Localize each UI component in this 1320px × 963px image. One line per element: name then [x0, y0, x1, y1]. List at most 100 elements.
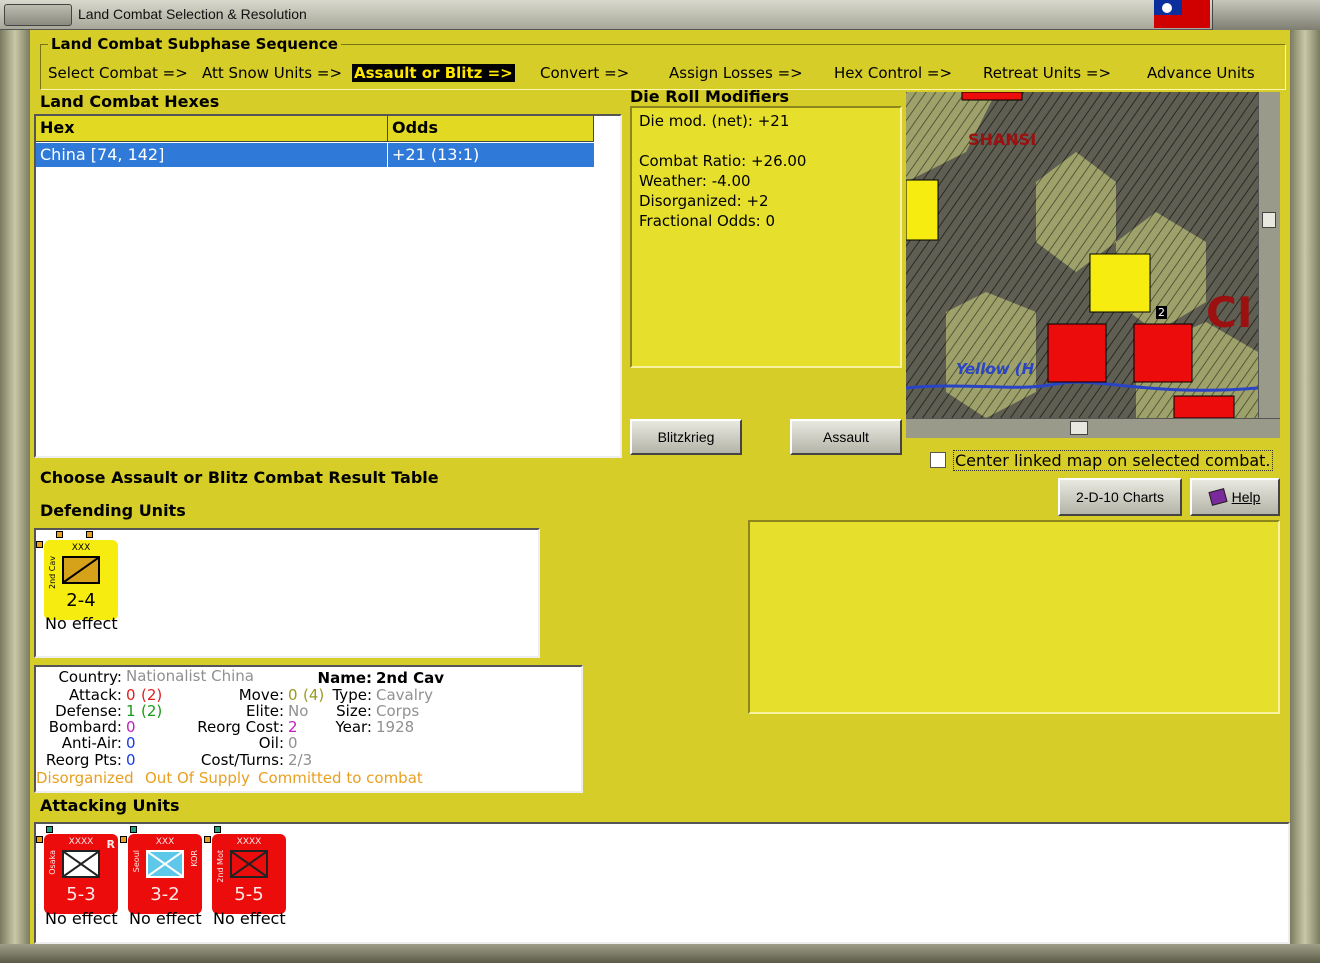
info-reorgpts-key: Reorg Pts:: [45, 751, 122, 769]
info-country-key: Country:: [58, 668, 122, 686]
drm-weather: Weather: -4.00: [639, 172, 751, 190]
unit-status-dot: [46, 826, 53, 833]
map-hex-stack-count: 2: [1156, 306, 1167, 319]
unit-status-dot: [130, 826, 137, 833]
map-horizontal-scrollbar[interactable]: [906, 418, 1280, 438]
help-button[interactable]: Help: [1190, 478, 1280, 516]
seq-step-convert: Convert =>: [540, 64, 630, 82]
unit-mark: R: [106, 838, 115, 851]
seq-step-hex-control: Hex Control =>: [834, 64, 953, 82]
map-hscroll-thumb[interactable]: [1070, 421, 1088, 435]
seq-step-advance-units: Advance Units: [1147, 64, 1255, 82]
unit-strength: 5-3: [66, 884, 96, 905]
unit-mark: KOR: [190, 850, 199, 867]
info-status-disorganized: Disorganized: [36, 769, 134, 787]
drm-disorganized: Disorganized: +2: [639, 192, 769, 210]
book-icon: [1208, 488, 1228, 506]
unit-name: Seoul: [132, 850, 141, 873]
window-menu-icon[interactable]: [4, 4, 72, 26]
info-oil-key: Oil:: [258, 734, 284, 752]
blitzkrieg-button[interactable]: Blitzkrieg: [630, 419, 742, 455]
help-label: Help: [1231, 489, 1261, 505]
unit-strength: 2-4: [66, 590, 96, 611]
unit-size: XXXX: [236, 837, 262, 847]
info-costturns-key: Cost/Turns:: [200, 751, 284, 769]
window-frame-bottom: [0, 944, 1320, 963]
unit-status-dot: [36, 836, 43, 843]
window-frame-left: [0, 30, 30, 963]
attacking-unit-counter[interactable]: 2nd Mot XXXX 5-5: [212, 834, 286, 914]
flag-sun-icon: [1162, 3, 1172, 13]
unit-size: XXX: [155, 837, 175, 847]
seq-step-att-snow-units: Att Snow Units =>: [202, 64, 343, 82]
unit-status-dot: [56, 531, 63, 538]
die-roll-modifiers-title: Die Roll Modifiers: [630, 87, 790, 106]
die-roll-modifiers-box: [630, 106, 902, 368]
defending-unit-result: No effect: [45, 614, 118, 633]
seq-step-assign-losses: Assign Losses =>: [669, 64, 803, 82]
window-title: Land Combat Selection & Resolution: [78, 6, 307, 22]
attacking-unit-counter[interactable]: Seoul XXX KOR 3-2: [128, 834, 202, 914]
defending-units-title: Defending Units: [40, 501, 186, 520]
motorized-infantry-symbol-icon: [146, 850, 184, 878]
attacking-unit-result: No effect: [213, 909, 286, 928]
drm-combat-ratio: Combat Ratio: +26.00: [639, 152, 807, 170]
seq-step-retreat-units: Retreat Units =>: [983, 64, 1112, 82]
unit-name: Osaka: [48, 850, 57, 875]
motorized-infantry-symbol-icon: [230, 850, 268, 878]
defending-unit-counter[interactable]: 2nd Cav XXX 2-4: [44, 540, 118, 620]
unit-size: XXX: [71, 543, 91, 553]
unit-name: 2nd Mot: [216, 850, 225, 883]
info-year-value: 1928: [376, 718, 415, 736]
seq-step-select-combat: Select Combat =>: [48, 64, 188, 82]
info-antiair-value: 0: [126, 734, 136, 752]
info-name-key: Name:: [317, 669, 372, 687]
info-year-key: Year:: [335, 718, 372, 736]
choose-crt-label: Choose Assault or Blitz Combat Result Ta…: [40, 468, 439, 487]
map-vertical-scrollbar[interactable]: [1258, 92, 1280, 418]
window-controls[interactable]: [1212, 0, 1320, 30]
seq-step-assault-or-blitz: Assault or Blitz =>: [352, 64, 515, 82]
unit-status-dot: [214, 826, 221, 833]
info-antiair-key: Anti-Air:: [61, 734, 122, 752]
unit-status-dot: [86, 531, 93, 538]
info-country-value: Nationalist China: [126, 667, 254, 685]
unit-status-dot: [120, 836, 127, 843]
info-oil-value: 0: [288, 734, 298, 752]
info-status-committed: Committed to combat: [258, 769, 423, 787]
attacking-unit-result: No effect: [129, 909, 202, 928]
drm-fractional-odds: Fractional Odds: 0: [639, 212, 776, 230]
assault-button[interactable]: Assault: [790, 419, 902, 455]
map-region-label: SHANSI: [968, 130, 1037, 149]
table-row-hex[interactable]: China [74, 142]: [36, 143, 388, 167]
column-header-hex[interactable]: Hex: [36, 116, 388, 142]
combat-result-panel: [748, 520, 1280, 714]
charts-button[interactable]: 2-D-10 Charts: [1058, 478, 1182, 516]
land-combat-hexes-title: Land Combat Hexes: [40, 92, 220, 111]
center-linked-map-label[interactable]: Center linked map on selected combat.: [953, 450, 1273, 471]
unit-name: 2nd Cav: [48, 556, 57, 590]
unit-strength: 3-2: [150, 884, 180, 905]
unit-strength: 5-5: [234, 884, 264, 905]
subphase-sequence-title: Land Combat Subphase Sequence: [48, 35, 341, 53]
map-river-label: Yellow (H: [956, 360, 1035, 378]
info-status-out-of-supply: Out Of Supply: [145, 769, 250, 787]
info-reorgpts-value: 0: [126, 751, 136, 769]
column-header-odds[interactable]: Odds: [388, 116, 594, 142]
map-vscroll-thumb[interactable]: [1262, 212, 1276, 228]
table-row-odds[interactable]: +21 (13:1): [388, 143, 594, 167]
unit-status-dot: [36, 541, 43, 548]
attacking-units-title: Attacking Units: [40, 796, 180, 815]
attacking-unit-counter[interactable]: Osaka XXXX R 5-3: [44, 834, 118, 914]
cavalry-symbol-icon: [62, 556, 100, 584]
attacking-unit-result: No effect: [45, 909, 118, 928]
info-defense-printed: (2): [141, 702, 163, 720]
info-costturns-value: 2/3: [288, 751, 313, 769]
motorized-infantry-symbol-icon: [62, 850, 100, 878]
map-country-label: CI: [1206, 288, 1253, 337]
linked-map[interactable]: SHANSI Yellow (H CI 2: [906, 92, 1258, 418]
info-name-value: 2nd Cav: [376, 669, 444, 687]
drm-net: Die mod. (net): +21: [639, 112, 790, 130]
unit-status-dot: [204, 836, 211, 843]
center-linked-map-checkbox[interactable]: [930, 452, 946, 468]
